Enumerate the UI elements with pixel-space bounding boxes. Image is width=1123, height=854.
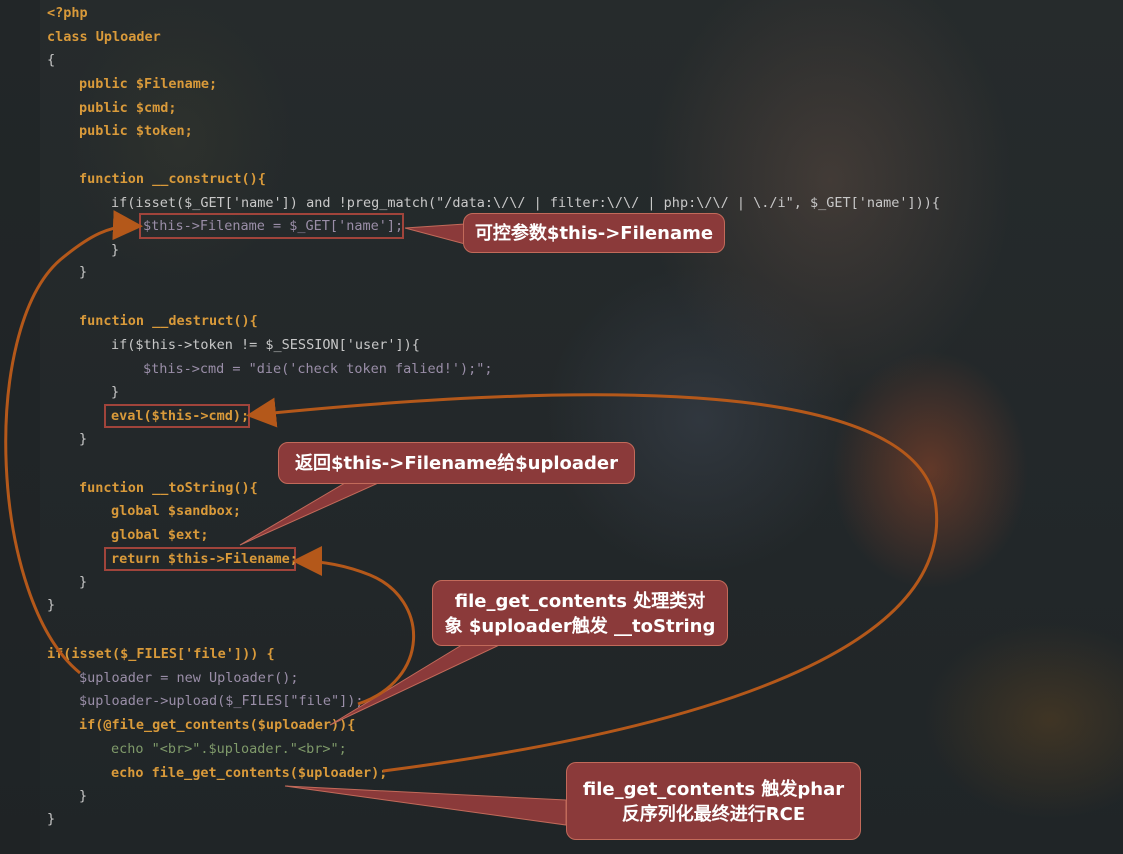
arrow-upload-to-return [292, 546, 416, 706]
callout-phar-rce: file_get_contents 触发phar 反序列化最终进行RCE [566, 762, 861, 840]
callout-return-filename: 返回$this->Filename给$uploader [278, 442, 635, 484]
callout-tostring-trigger: file_get_contents 处理类对 象 $uploader触发 __t… [432, 580, 728, 646]
annotation-arrows [4, 210, 939, 826]
callout-tail-1 [404, 223, 466, 245]
callout-tail-4 [284, 785, 567, 826]
callout-controllable-param: 可控参数$this->Filename [463, 213, 725, 253]
arrow-uploader-to-filename [4, 210, 143, 675]
callout-tail-2 [239, 479, 386, 546]
callout-tail-3 [329, 639, 511, 726]
